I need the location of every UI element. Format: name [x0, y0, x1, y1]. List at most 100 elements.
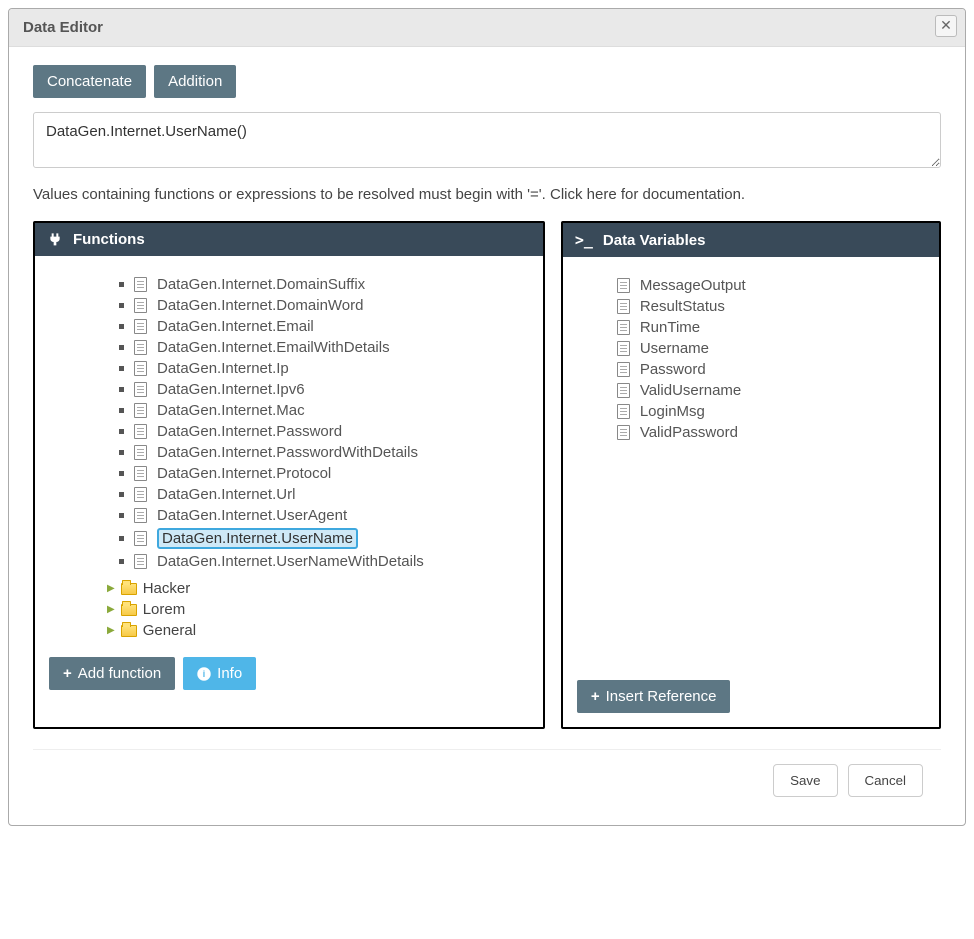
variable-name[interactable]: Password [640, 361, 706, 378]
file-icon [134, 340, 147, 355]
bullet-icon [119, 303, 124, 308]
variable-name[interactable]: LoginMsg [640, 403, 705, 420]
variables-panel: >_ Data Variables MessageOutputResultSta… [561, 221, 941, 729]
bullet-icon [119, 324, 124, 329]
data-editor-dialog: Data Editor ✕ Concatenate Addition Value… [8, 8, 966, 826]
bullet-icon [119, 536, 124, 541]
insert-reference-button[interactable]: + Insert Reference [577, 680, 731, 713]
info-label: Info [217, 665, 242, 682]
file-icon [617, 341, 630, 356]
function-name[interactable]: DataGen.Internet.Email [157, 318, 314, 335]
function-item[interactable]: DataGen.Internet.Mac [119, 400, 529, 421]
variable-name[interactable]: RunTime [640, 319, 700, 336]
file-icon [617, 299, 630, 314]
expression-input[interactable] [33, 112, 941, 168]
function-name[interactable]: DataGen.Internet.UserName [157, 528, 358, 549]
variable-item[interactable]: Username [617, 338, 925, 359]
bullet-icon [119, 408, 124, 413]
variables-body: MessageOutput ResultStatus RunTime Username… [563, 257, 939, 727]
function-name[interactable]: DataGen.Internet.Mac [157, 402, 305, 419]
variable-name[interactable]: Username [640, 340, 709, 357]
file-icon [617, 425, 630, 440]
cancel-button[interactable]: Cancel [848, 764, 924, 797]
function-name[interactable]: DataGen.Internet.Ipv6 [157, 381, 305, 398]
function-item[interactable]: DataGen.Internet.Email [119, 316, 529, 337]
functions-body: DataGen.Internet.DomainSuffix DataGen.Int… [35, 256, 543, 704]
folder-name[interactable]: Lorem [143, 601, 186, 618]
function-item[interactable]: DataGen.Internet.DomainSuffix [119, 274, 529, 295]
expand-icon[interactable]: ▶ [107, 625, 115, 636]
save-button[interactable]: Save [773, 764, 837, 797]
dialog-body: Concatenate Addition Values containing f… [9, 47, 965, 825]
file-icon [134, 319, 147, 334]
function-item[interactable]: DataGen.Internet.UserNameWithDetails [119, 551, 529, 572]
dialog-footer: Save Cancel [33, 749, 941, 811]
function-item[interactable]: DataGen.Internet.Password [119, 421, 529, 442]
folders-list: ▶ Hacker ▶ Lorem ▶ General [49, 578, 529, 641]
function-item[interactable]: DataGen.Internet.Protocol [119, 463, 529, 484]
function-item[interactable]: DataGen.Internet.Url [119, 484, 529, 505]
folder-name[interactable]: Hacker [143, 580, 191, 597]
folder-item[interactable]: ▶ Hacker [107, 578, 529, 599]
file-icon [134, 508, 147, 523]
function-name[interactable]: DataGen.Internet.UserAgent [157, 507, 347, 524]
expand-icon[interactable]: ▶ [107, 583, 115, 594]
variables-list: MessageOutput ResultStatus RunTime Username… [577, 275, 925, 443]
close-icon[interactable]: ✕ [935, 15, 957, 37]
function-name[interactable]: DataGen.Internet.UserNameWithDetails [157, 553, 424, 570]
variable-item[interactable]: ValidPassword [617, 422, 925, 443]
info-button[interactable]: i Info [183, 657, 256, 690]
variable-item[interactable]: LoginMsg [617, 401, 925, 422]
variable-name[interactable]: ValidUsername [640, 382, 741, 399]
function-name[interactable]: DataGen.Internet.EmailWithDetails [157, 339, 390, 356]
variable-name[interactable]: MessageOutput [640, 277, 746, 294]
addition-button[interactable]: Addition [154, 65, 236, 98]
function-name[interactable]: DataGen.Internet.Protocol [157, 465, 331, 482]
plug-icon [47, 232, 63, 248]
function-name[interactable]: DataGen.Internet.PasswordWithDetails [157, 444, 418, 461]
bullet-icon [119, 282, 124, 287]
folder-item[interactable]: ▶ Lorem [107, 599, 529, 620]
variable-name[interactable]: ValidPassword [640, 424, 738, 441]
function-name[interactable]: DataGen.Internet.DomainWord [157, 297, 364, 314]
variable-name[interactable]: ResultStatus [640, 298, 725, 315]
variable-item[interactable]: Password [617, 359, 925, 380]
plus-icon: + [63, 665, 72, 682]
function-item[interactable]: DataGen.Internet.UserName [119, 526, 529, 551]
function-item[interactable]: DataGen.Internet.DomainWord [119, 295, 529, 316]
variable-item[interactable]: ResultStatus [617, 296, 925, 317]
function-name[interactable]: DataGen.Internet.Url [157, 486, 295, 503]
function-name[interactable]: DataGen.Internet.Password [157, 423, 342, 440]
folder-item[interactable]: ▶ General [107, 620, 529, 641]
bullet-icon [119, 450, 124, 455]
dialog-title: Data Editor [23, 19, 103, 36]
concatenate-button[interactable]: Concatenate [33, 65, 146, 98]
function-item[interactable]: DataGen.Internet.PasswordWithDetails [119, 442, 529, 463]
svg-text:i: i [203, 668, 205, 678]
function-name[interactable]: DataGen.Internet.DomainSuffix [157, 276, 365, 293]
function-item[interactable]: DataGen.Internet.UserAgent [119, 505, 529, 526]
function-item[interactable]: DataGen.Internet.EmailWithDetails [119, 337, 529, 358]
function-item[interactable]: DataGen.Internet.Ipv6 [119, 379, 529, 400]
bullet-icon [119, 429, 124, 434]
variable-item[interactable]: ValidUsername [617, 380, 925, 401]
file-icon [617, 362, 630, 377]
file-icon [617, 320, 630, 335]
bullet-icon [119, 492, 124, 497]
panels: Functions DataGen.Internet.DomainSuffixD… [33, 221, 941, 729]
insert-reference-label: Insert Reference [606, 688, 717, 705]
terminal-icon: >_ [575, 231, 593, 249]
file-icon [134, 298, 147, 313]
folder-name[interactable]: General [143, 622, 196, 639]
expand-icon[interactable]: ▶ [107, 604, 115, 615]
variable-item[interactable]: RunTime [617, 317, 925, 338]
functions-header-label: Functions [73, 231, 145, 248]
add-function-button[interactable]: + Add function [49, 657, 175, 690]
variable-item[interactable]: MessageOutput [617, 275, 925, 296]
plus-icon: + [591, 688, 600, 705]
function-item[interactable]: DataGen.Internet.Ip [119, 358, 529, 379]
file-icon [134, 554, 147, 569]
functions-list: DataGen.Internet.DomainSuffix DataGen.Int… [49, 274, 529, 572]
function-name[interactable]: DataGen.Internet.Ip [157, 360, 289, 377]
hint-text[interactable]: Values containing functions or expressio… [33, 186, 941, 203]
